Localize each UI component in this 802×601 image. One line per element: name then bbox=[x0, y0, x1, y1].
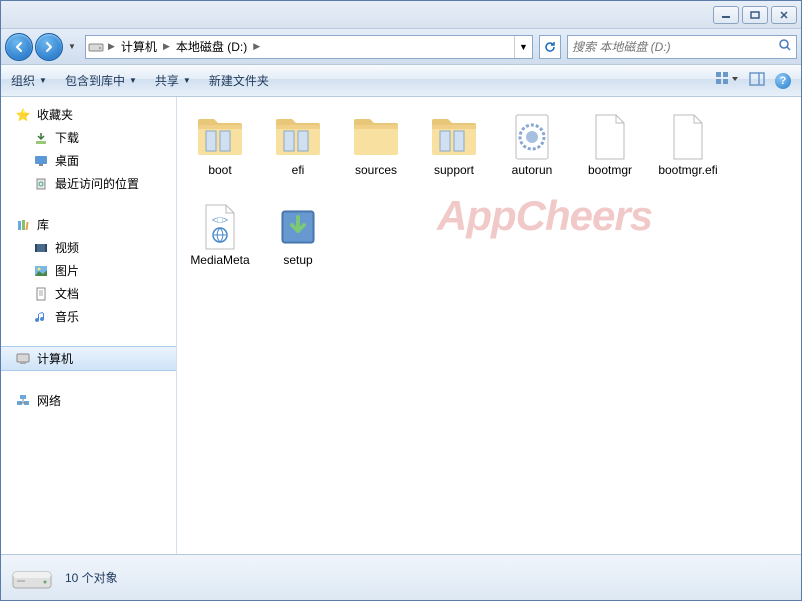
file-label: boot bbox=[208, 163, 231, 177]
desktop-icon bbox=[33, 153, 49, 169]
file-bootmgr-efi[interactable]: bootmgr.efi bbox=[649, 109, 727, 199]
recent-icon bbox=[33, 176, 49, 192]
chevron-down-icon: ▼ bbox=[129, 76, 137, 85]
file-label: setup bbox=[283, 253, 312, 267]
file-list: AppCheers boot efi sources support autor… bbox=[177, 97, 801, 554]
blank-file-icon bbox=[664, 113, 712, 161]
help-button[interactable]: ? bbox=[775, 73, 791, 89]
chevron-down-icon: ▼ bbox=[183, 76, 191, 85]
separator-icon: ▶ bbox=[251, 41, 262, 52]
svg-text:<□>: <□> bbox=[212, 215, 228, 225]
library-icon bbox=[15, 217, 31, 233]
preview-pane-button[interactable] bbox=[749, 72, 765, 89]
sidebar-desktop[interactable]: 桌面 bbox=[1, 149, 176, 172]
settings-file-icon bbox=[508, 113, 556, 161]
folder-efi[interactable]: efi bbox=[259, 109, 337, 199]
drive-icon bbox=[11, 562, 53, 594]
forward-button[interactable] bbox=[35, 33, 63, 61]
sidebar-pictures[interactable]: 图片 bbox=[1, 259, 176, 282]
xml-file-icon: <□> bbox=[196, 203, 244, 251]
refresh-button[interactable] bbox=[539, 35, 561, 59]
include-library-menu[interactable]: 包含到库中▼ bbox=[65, 72, 137, 89]
address-bar[interactable]: ▶ 计算机 ▶ 本地磁盘 (D:) ▶ ▼ bbox=[85, 35, 533, 59]
network-icon bbox=[15, 393, 31, 409]
maximize-button[interactable] bbox=[742, 6, 768, 24]
star-icon: ⭐ bbox=[15, 107, 31, 123]
folder-sources[interactable]: sources bbox=[337, 109, 415, 199]
file-label: bootmgr bbox=[588, 163, 632, 177]
breadcrumb-drive[interactable]: 本地磁盘 (D:) bbox=[172, 36, 251, 58]
download-icon bbox=[33, 130, 49, 146]
file-label: support bbox=[434, 163, 474, 177]
installer-icon bbox=[274, 203, 322, 251]
breadcrumb-computer[interactable]: 计算机 bbox=[117, 36, 161, 58]
folder-icon bbox=[274, 113, 322, 161]
file-label: autorun bbox=[512, 163, 553, 177]
history-dropdown[interactable]: ▼ bbox=[65, 42, 79, 51]
folder-icon bbox=[352, 113, 400, 161]
sidebar-libraries[interactable]: 库 bbox=[1, 213, 176, 236]
chevron-down-icon: ▼ bbox=[39, 76, 47, 85]
command-bar: 组织▼ 包含到库中▼ 共享▼ 新建文件夹 ? bbox=[1, 65, 801, 97]
file-autorun[interactable]: autorun bbox=[493, 109, 571, 199]
navigation-bar: ▼ ▶ 计算机 ▶ 本地磁盘 (D:) ▶ ▼ bbox=[1, 29, 801, 65]
sidebar-documents[interactable]: 文档 bbox=[1, 282, 176, 305]
file-setup[interactable]: setup bbox=[259, 199, 337, 289]
new-folder-button[interactable]: 新建文件夹 bbox=[209, 72, 269, 89]
explorer-window: ▼ ▶ 计算机 ▶ 本地磁盘 (D:) ▶ ▼ 组织▼ 包含到库中▼ 共享▼ 新… bbox=[0, 0, 802, 601]
music-icon bbox=[33, 309, 49, 325]
minimize-button[interactable] bbox=[713, 6, 739, 24]
file-label: bootmgr.efi bbox=[658, 163, 717, 177]
folder-icon bbox=[430, 113, 478, 161]
status-text: 10 个对象 bbox=[65, 569, 118, 586]
file-bootmgr[interactable]: bootmgr bbox=[571, 109, 649, 199]
sidebar-network[interactable]: 网络 bbox=[1, 389, 176, 412]
drive-icon bbox=[86, 41, 106, 53]
folder-support[interactable]: support bbox=[415, 109, 493, 199]
file-mediameta[interactable]: <□> MediaMeta bbox=[181, 199, 259, 289]
folder-icon bbox=[196, 113, 244, 161]
watermark: AppCheers bbox=[437, 192, 652, 241]
sidebar-recent[interactable]: 最近访问的位置 bbox=[1, 172, 176, 195]
search-box[interactable] bbox=[567, 35, 797, 59]
folder-boot[interactable]: boot bbox=[181, 109, 259, 199]
search-icon[interactable] bbox=[778, 38, 792, 55]
share-menu[interactable]: 共享▼ bbox=[155, 72, 191, 89]
organize-menu[interactable]: 组织▼ bbox=[11, 72, 47, 89]
title-bar bbox=[1, 1, 801, 29]
search-input[interactable] bbox=[572, 40, 778, 54]
file-label: sources bbox=[355, 163, 397, 177]
view-options-button[interactable] bbox=[715, 71, 739, 90]
navigation-pane: ⭐收藏夹 下载 桌面 最近访问的位置 库 视频 图片 文档 音乐 计算机 网络 bbox=[1, 97, 177, 554]
file-label: MediaMeta bbox=[190, 253, 249, 267]
document-icon bbox=[33, 286, 49, 302]
sidebar-videos[interactable]: 视频 bbox=[1, 236, 176, 259]
separator-icon: ▶ bbox=[106, 41, 117, 52]
separator-icon: ▶ bbox=[161, 41, 172, 52]
close-button[interactable] bbox=[771, 6, 797, 24]
sidebar-favorites[interactable]: ⭐收藏夹 bbox=[1, 103, 176, 126]
video-icon bbox=[33, 240, 49, 256]
computer-icon bbox=[15, 351, 31, 367]
sidebar-computer[interactable]: 计算机 bbox=[1, 346, 176, 371]
back-button[interactable] bbox=[5, 33, 33, 61]
blank-file-icon bbox=[586, 113, 634, 161]
status-bar: 10 个对象 bbox=[1, 554, 801, 600]
picture-icon bbox=[33, 263, 49, 279]
address-dropdown[interactable]: ▼ bbox=[514, 36, 532, 58]
file-label: efi bbox=[292, 163, 305, 177]
sidebar-downloads[interactable]: 下载 bbox=[1, 126, 176, 149]
sidebar-music[interactable]: 音乐 bbox=[1, 305, 176, 328]
